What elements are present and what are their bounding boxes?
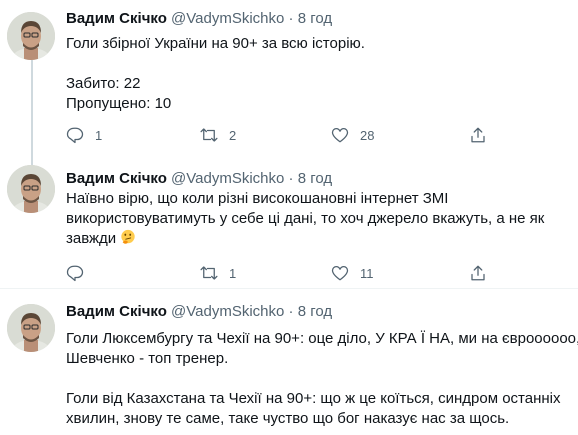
- like-button[interactable]: 11: [331, 263, 374, 283]
- tweet-2[interactable]: Вадим Скічко @VadymSkichko · 8 год Наївн…: [0, 153, 578, 287]
- share-button[interactable]: [469, 125, 487, 145]
- tweet-header: Вадим Скічко @VadymSkichko · 8 год: [66, 169, 332, 189]
- avatar-photo: [7, 12, 55, 60]
- avatar[interactable]: [7, 12, 55, 60]
- tweet-header: Вадим Скічко @VadymSkichko · 8 год: [66, 302, 332, 322]
- like-count: 11: [360, 265, 374, 281]
- tweet-line: Голи від Казахстана та Чехії на 90+: що …: [66, 390, 561, 407]
- reply-icon: [66, 265, 84, 282]
- like-button[interactable]: 28: [331, 125, 374, 145]
- share-button[interactable]: [469, 263, 487, 283]
- reply-count: 1: [95, 127, 103, 143]
- tweet-line: Забито: 22: [66, 75, 141, 92]
- avatar-photo: [7, 165, 55, 213]
- tweet-actions: 1 2 28: [66, 125, 496, 145]
- tweet-line-text: завжди: [66, 230, 117, 247]
- thread-connector: [31, 58, 33, 168]
- thinking-face-emoji: [121, 229, 136, 244]
- timestamp[interactable]: 8 год: [298, 10, 332, 27]
- heart-icon: [331, 265, 349, 281]
- author-handle[interactable]: @VadymSkichko: [171, 170, 284, 187]
- separator-dot: ·: [288, 10, 294, 27]
- retweet-icon: [200, 266, 218, 280]
- retweet-count: 2: [229, 127, 237, 143]
- retweet-icon: [200, 128, 218, 142]
- tweet-line: Голи Люксембургу та Чехії на 90+: оце ді…: [66, 330, 578, 347]
- tweet-text: Наївно вірю, що коли різні високошановні…: [66, 189, 571, 249]
- author-name[interactable]: Вадим Скічко: [66, 170, 167, 187]
- retweet-button[interactable]: 2: [200, 125, 236, 145]
- tweet-line: Шевченко - топ тренер.: [66, 350, 229, 367]
- tweet-line: використовуватимуть у себе ці дані, то х…: [66, 210, 545, 227]
- timestamp[interactable]: 8 год: [298, 303, 332, 320]
- author-name[interactable]: Вадим Скічко: [66, 303, 167, 320]
- reply-button[interactable]: 1: [66, 125, 102, 145]
- author-handle[interactable]: @VadymSkichko: [171, 10, 284, 27]
- tweet-text: Голи збірної України на 90+ за всю істор…: [66, 34, 571, 114]
- tweet-1[interactable]: Вадим Скічко @VadymSkichko · 8 год Голи …: [0, 0, 578, 168]
- retweet-button[interactable]: 1: [200, 263, 236, 283]
- like-count: 28: [360, 127, 375, 143]
- retweet-count: 1: [229, 265, 237, 281]
- reply-button[interactable]: [66, 263, 95, 283]
- timestamp[interactable]: 8 год: [298, 170, 332, 187]
- thread-connector-top: [31, 153, 33, 163]
- heart-icon: [331, 127, 349, 143]
- tweet-line: Голи збірної України на 90+ за всю істор…: [66, 35, 365, 52]
- avatar[interactable]: [7, 304, 55, 352]
- tweet-text: Голи Люксембургу та Чехії на 90+: оце ді…: [66, 329, 578, 429]
- tweet-line: Пропущено: 10: [66, 95, 172, 112]
- tweet-header: Вадим Скічко @VadymSkichko · 8 год: [66, 9, 332, 29]
- separator-dot: ·: [288, 303, 294, 320]
- separator-dot: ·: [288, 170, 294, 187]
- avatar[interactable]: [7, 165, 55, 213]
- author-name[interactable]: Вадим Скічко: [66, 10, 167, 27]
- tweet-line: хвилин, знову те саме, таке чуство що бо…: [66, 410, 510, 427]
- share-icon: [471, 265, 485, 281]
- tweet-3[interactable]: Вадим Скічко @VadymSkichko · 8 год Голи …: [0, 289, 578, 435]
- tweet-line: Наївно вірю, що коли різні високошановні…: [66, 190, 449, 207]
- tweet-actions: 1 11: [66, 263, 496, 283]
- avatar-photo: [7, 304, 55, 352]
- author-handle[interactable]: @VadymSkichko: [171, 303, 284, 320]
- share-icon: [471, 127, 485, 143]
- reply-icon: [66, 127, 84, 144]
- tweet-line: завжди: [66, 229, 571, 249]
